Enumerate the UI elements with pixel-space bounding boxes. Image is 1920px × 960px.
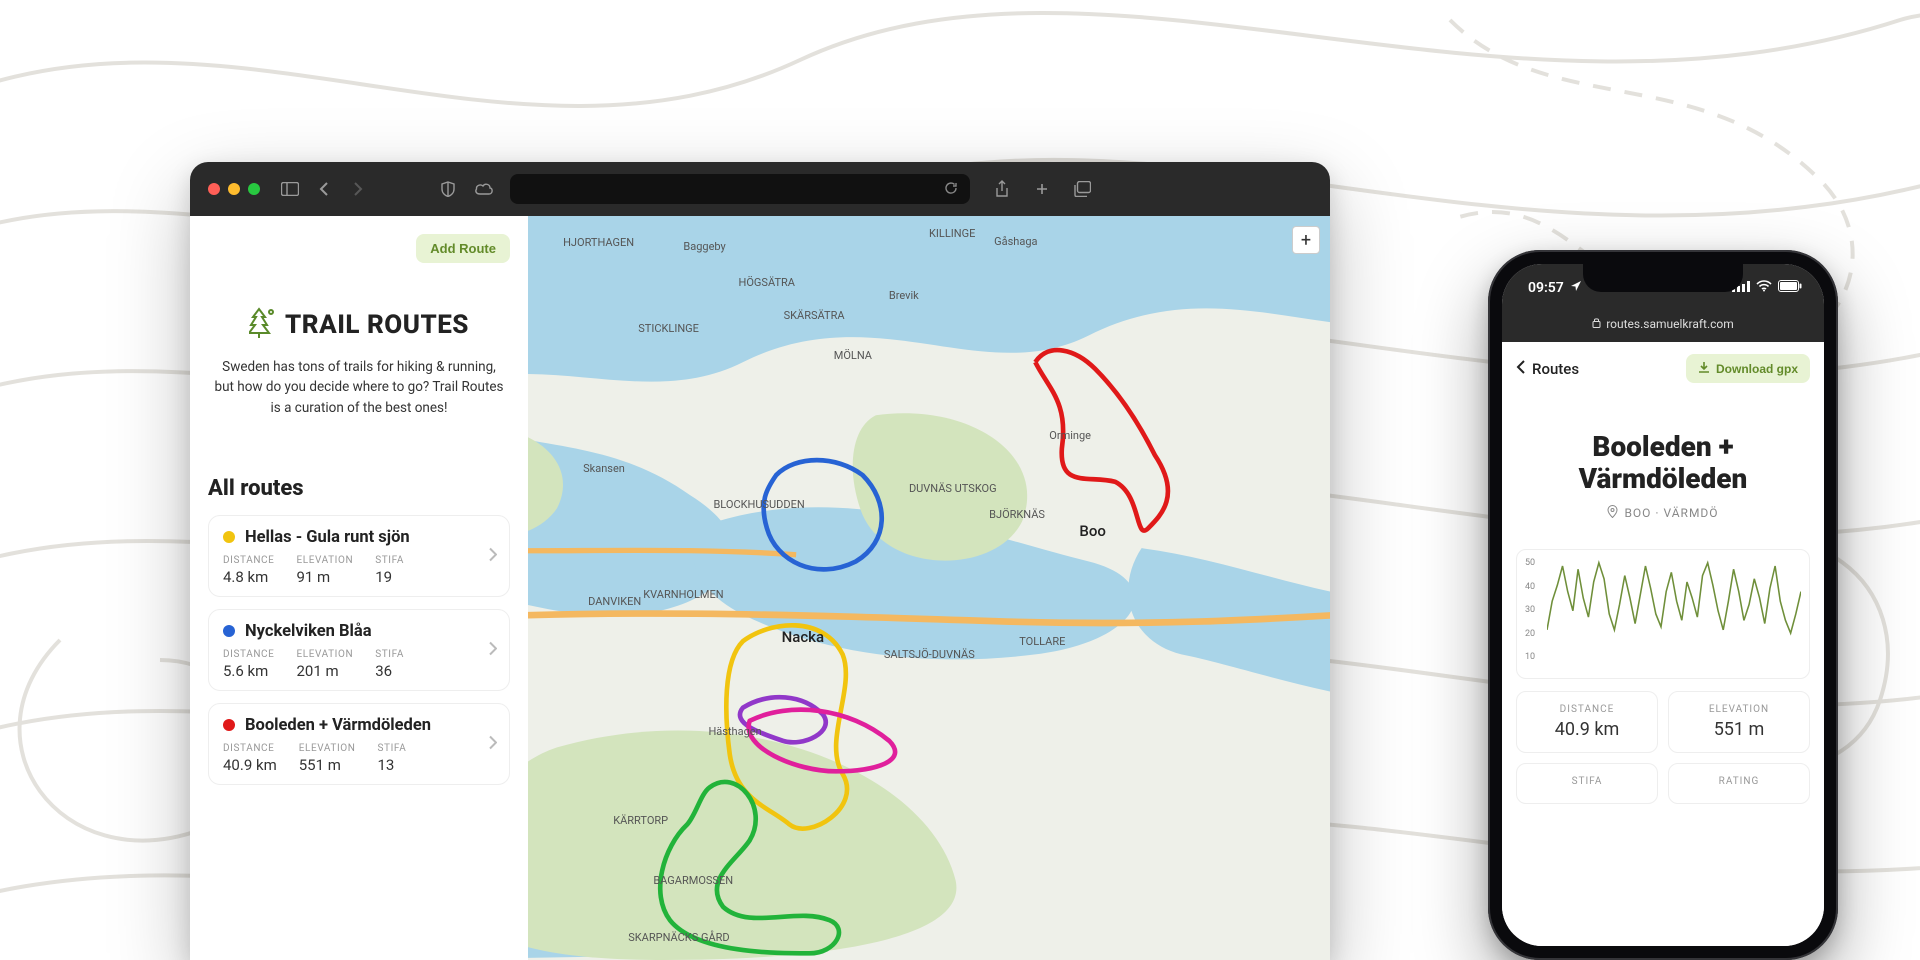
brand: TRAIL ROUTES	[208, 307, 510, 343]
distance-label: DISTANCE	[223, 555, 274, 566]
chart-y-tick: 30	[1525, 605, 1535, 615]
chevron-right-icon	[488, 734, 497, 753]
route-card[interactable]: Hellas - Gula runt sjön DISTANCE 4.8 km E…	[208, 515, 510, 597]
privacy-shield-icon[interactable]	[438, 179, 458, 199]
route-name: Booleden + Värmdöleden	[245, 716, 431, 735]
browser-window: Add Route TRAIL ROUTES Sweden has tons o…	[190, 162, 1330, 960]
window-minimize-button[interactable]	[228, 183, 240, 195]
chevron-right-icon	[488, 640, 497, 659]
route-color-dot	[223, 625, 235, 637]
distance-label: DISTANCE	[223, 649, 274, 660]
new-tab-icon[interactable]	[1032, 179, 1052, 199]
chart-y-tick: 20	[1525, 629, 1535, 639]
elevation-value: 91 m	[296, 568, 353, 586]
download-gpx-button[interactable]: Download gpx	[1686, 354, 1810, 383]
route-location-text: BOO · VÄRMDÖ	[1624, 506, 1718, 520]
route-card[interactable]: Nyckelviken Blåa DISTANCE 5.6 km ELEVATIO…	[208, 609, 510, 691]
stifa-label: STIFA	[375, 555, 404, 566]
distance-value: 4.8 km	[223, 568, 274, 586]
route-list: Hellas - Gula runt sjön DISTANCE 4.8 km E…	[208, 515, 510, 785]
sidebar-toggle-icon[interactable]	[280, 179, 300, 199]
stat-box-value: 551 m	[1681, 719, 1797, 740]
window-close-button[interactable]	[208, 183, 220, 195]
window-controls	[208, 183, 260, 195]
map-zoom-in-button[interactable]: +	[1292, 226, 1320, 254]
stifa-value: 13	[377, 756, 406, 774]
route-detail-title: Booleden +Värmdöleden	[1502, 431, 1824, 495]
tagline-text: Sweden has tons of trails for hiking & r…	[208, 357, 510, 418]
route-color-dot	[223, 531, 235, 543]
mobile-url-bar[interactable]: routes.samuelkraft.com	[1502, 312, 1824, 342]
stifa-label: STIFA	[375, 649, 404, 660]
window-zoom-button[interactable]	[248, 183, 260, 195]
stifa-value: 36	[375, 662, 404, 680]
elevation-value: 201 m	[296, 662, 353, 680]
stifa-value: 19	[375, 568, 404, 586]
stat-box-label: RATING	[1681, 776, 1797, 787]
route-color-dot	[223, 719, 235, 731]
stat-box: ELEVATION 551 m	[1668, 691, 1810, 753]
battery-icon	[1778, 280, 1802, 296]
distance-value: 5.6 km	[223, 662, 274, 680]
back-icon[interactable]	[314, 179, 334, 199]
lock-icon	[1592, 317, 1601, 331]
location-arrow-icon	[1570, 280, 1582, 296]
elevation-line	[1547, 563, 1801, 633]
elevation-label: ELEVATION	[296, 555, 353, 566]
pin-icon	[1607, 505, 1618, 521]
route-name: Hellas - Gula runt sjön	[245, 528, 410, 547]
map-panel[interactable]: + HJORTHAGENBaggebyKILLINGEGåshagaHÖGSÄT…	[528, 216, 1330, 960]
stat-box-label: STIFA	[1529, 776, 1645, 787]
chevron-right-icon	[488, 546, 497, 565]
forward-icon[interactable]	[348, 179, 368, 199]
browser-toolbar	[190, 162, 1330, 216]
sidebar-panel: Add Route TRAIL ROUTES Sweden has tons o…	[190, 216, 528, 960]
chart-y-tick: 40	[1525, 582, 1535, 592]
stat-box-value: 40.9 km	[1529, 719, 1645, 740]
route-name: Nyckelviken Blåa	[245, 622, 372, 641]
all-routes-heading: All routes	[208, 476, 510, 501]
stifa-label: STIFA	[377, 743, 406, 754]
chevron-left-icon	[1516, 360, 1526, 378]
elevation-label: ELEVATION	[299, 743, 356, 754]
cloud-icon[interactable]	[474, 179, 494, 199]
back-label: Routes	[1532, 360, 1579, 378]
route-location: BOO · VÄRMDÖ	[1502, 505, 1824, 521]
tabs-icon[interactable]	[1072, 179, 1092, 199]
add-route-button[interactable]: Add Route	[416, 234, 510, 263]
stat-box: STIFA	[1516, 763, 1658, 804]
phone-notch	[1583, 264, 1743, 292]
share-icon[interactable]	[992, 179, 1012, 199]
elevation-chart: 50 40 30 20 10	[1516, 549, 1810, 679]
stat-box: DISTANCE 40.9 km	[1516, 691, 1658, 753]
brand-title: TRAIL ROUTES	[285, 310, 469, 340]
status-time: 09:57	[1528, 280, 1564, 296]
tree-icon	[249, 307, 275, 343]
mobile-url-text: routes.samuelkraft.com	[1606, 317, 1734, 331]
reload-icon[interactable]	[944, 180, 958, 199]
download-label: Download gpx	[1716, 362, 1798, 376]
elevation-value: 551 m	[299, 756, 356, 774]
mobile-content: Routes Download gpx Booleden +Värmdölede…	[1502, 342, 1824, 946]
chart-y-tick: 50	[1525, 558, 1535, 568]
distance-label: DISTANCE	[223, 743, 277, 754]
stat-box: RATING	[1668, 763, 1810, 804]
stat-box-label: ELEVATION	[1681, 704, 1797, 715]
distance-value: 40.9 km	[223, 756, 277, 774]
chart-y-tick: 10	[1525, 652, 1535, 662]
address-bar[interactable]	[510, 174, 970, 204]
wifi-icon	[1756, 280, 1772, 296]
stat-box-label: DISTANCE	[1529, 704, 1645, 715]
back-button[interactable]: Routes	[1516, 360, 1579, 378]
route-card[interactable]: Booleden + Värmdöleden DISTANCE 40.9 km E…	[208, 703, 510, 785]
phone-mockup: 09:57 routes.samuelkraft.com Routes	[1488, 250, 1838, 960]
elevation-label: ELEVATION	[296, 649, 353, 660]
download-icon	[1698, 361, 1710, 376]
